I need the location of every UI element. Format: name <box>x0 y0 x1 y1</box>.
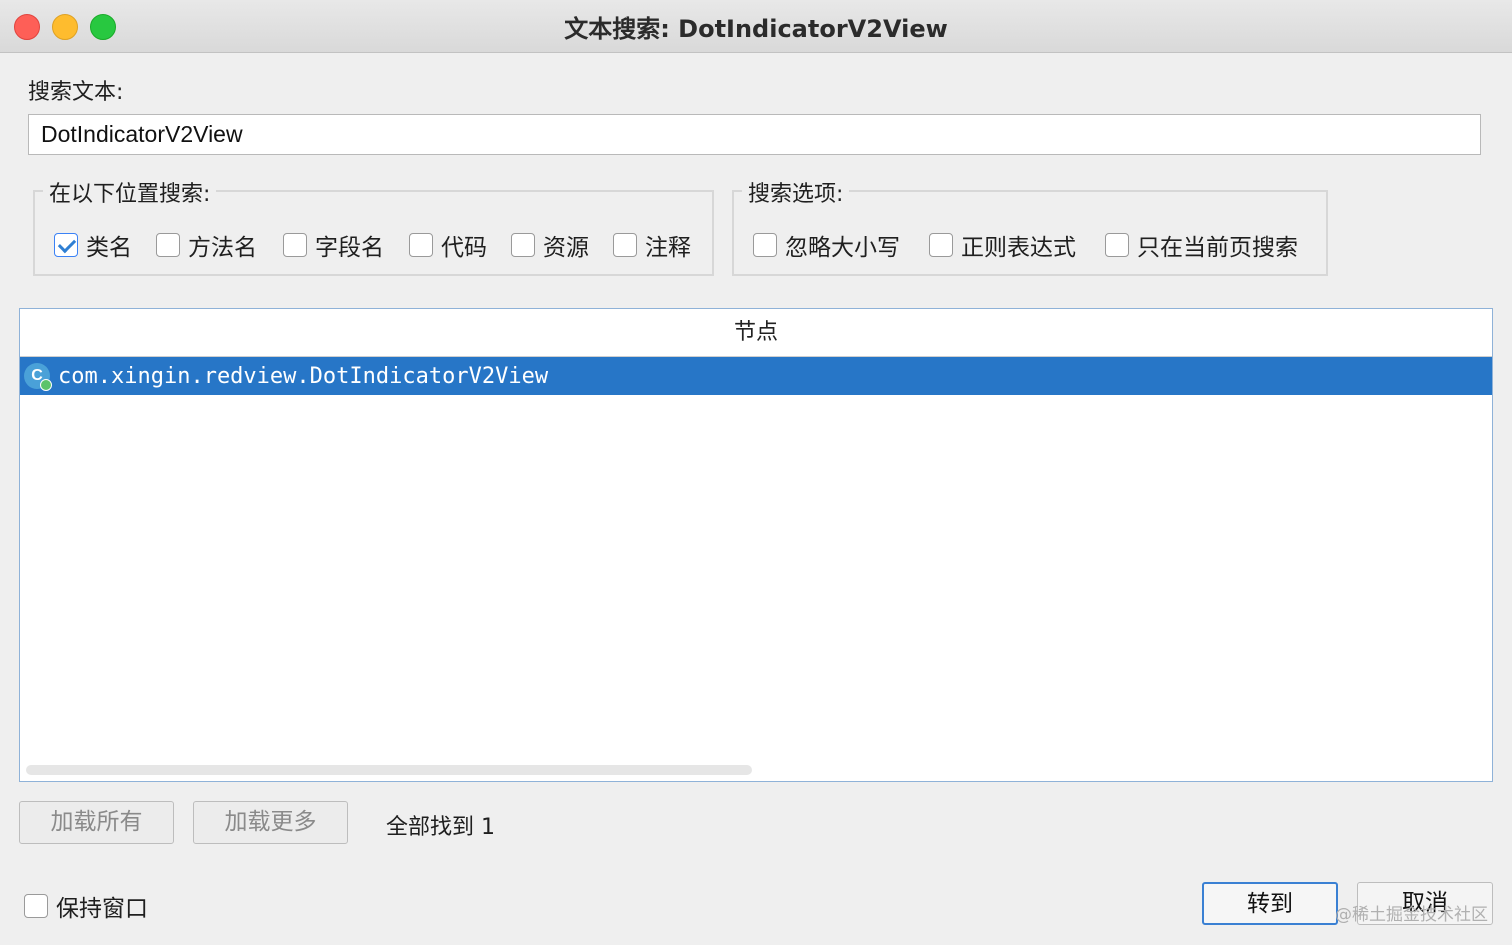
regex-label: 正则表达式 <box>961 235 1076 261</box>
ignore-case-label: 忽略大小写 <box>785 235 900 261</box>
option-resources[interactable]: 资源 <box>511 228 589 262</box>
search-options-title: 搜索选项: <box>742 176 850 208</box>
option-regex[interactable]: 正则表达式 <box>929 228 1076 262</box>
field-name-checkbox[interactable] <box>283 233 307 257</box>
option-field-name[interactable]: 字段名 <box>283 228 384 262</box>
current-page-checkbox[interactable] <box>1105 233 1129 257</box>
option-current-page[interactable]: 只在当前页搜索 <box>1105 228 1298 262</box>
class-name-label: 类名 <box>86 235 132 261</box>
results-column-header[interactable]: 节点 <box>20 309 1492 357</box>
option-class-name[interactable]: 类名 <box>54 228 132 262</box>
field-name-label: 字段名 <box>315 235 384 261</box>
watermark-text: @稀土掘金技术社区 <box>1335 905 1488 925</box>
search-scope-title: 在以下位置搜索: <box>43 176 217 208</box>
class-icon: C <box>24 363 52 391</box>
code-checkbox[interactable] <box>409 233 433 257</box>
title-bar: 文本搜索: DotIndicatorV2View <box>0 0 1512 53</box>
code-label: 代码 <box>441 235 487 261</box>
option-comments[interactable]: 注释 <box>613 228 691 262</box>
option-method-name[interactable]: 方法名 <box>156 228 257 262</box>
resources-label: 资源 <box>543 235 589 261</box>
method-name-checkbox[interactable] <box>156 233 180 257</box>
search-options-group: 搜索选项: 忽略大小写 正则表达式 只在当前页搜索 <box>732 176 1328 276</box>
option-ignore-case[interactable]: 忽略大小写 <box>753 228 900 262</box>
keep-window-label: 保持窗口 <box>56 896 148 922</box>
class-name-checkbox[interactable] <box>54 233 78 257</box>
goto-button[interactable]: 转到 <box>1202 882 1338 925</box>
horizontal-scrollbar[interactable] <box>26 765 752 775</box>
found-count-text: 全部找到 1 <box>386 815 495 840</box>
load-more-button[interactable]: 加载更多 <box>193 801 348 844</box>
regex-checkbox[interactable] <box>929 233 953 257</box>
load-all-button[interactable]: 加载所有 <box>19 801 174 844</box>
result-class-name: com.xingin.redview.DotIndicatorV2View <box>58 363 549 389</box>
results-table[interactable]: 节点 C com.xingin.redview.DotIndicatorV2Vi… <box>19 308 1493 782</box>
current-page-label: 只在当前页搜索 <box>1137 235 1298 261</box>
search-dialog: 文本搜索: DotIndicatorV2View 搜索文本: DotIndica… <box>0 0 1512 945</box>
resources-checkbox[interactable] <box>511 233 535 257</box>
search-label: 搜索文本: <box>28 80 124 105</box>
search-text-input[interactable]: DotIndicatorV2View <box>28 114 1481 155</box>
comments-label: 注释 <box>645 235 691 261</box>
window-title: 文本搜索: DotIndicatorV2View <box>564 15 948 43</box>
keep-window-checkbox[interactable] <box>24 894 48 918</box>
keep-window-option[interactable]: 保持窗口 <box>24 889 148 923</box>
comments-checkbox[interactable] <box>613 233 637 257</box>
ignore-case-checkbox[interactable] <box>753 233 777 257</box>
option-code[interactable]: 代码 <box>409 228 487 262</box>
search-scope-group: 在以下位置搜索: 类名 方法名 字段名 代码 资源 注释 <box>33 176 714 276</box>
result-row[interactable]: C com.xingin.redview.DotIndicatorV2View <box>20 357 1492 395</box>
method-name-label: 方法名 <box>188 235 257 261</box>
